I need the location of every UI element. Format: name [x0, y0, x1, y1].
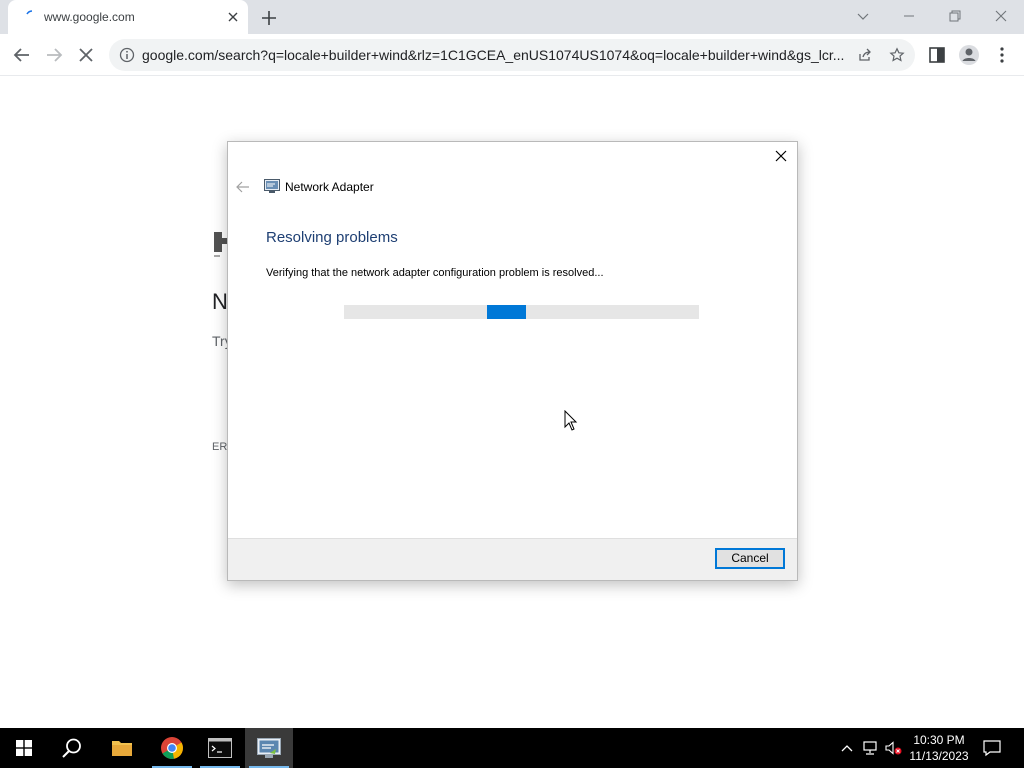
address-bar[interactable]: google.com/search?q=locale+builder+wind&… [109, 39, 915, 71]
chevron-down-icon [857, 13, 869, 20]
restore-button[interactable] [932, 0, 978, 32]
file-explorer-button[interactable] [98, 728, 146, 768]
close-window-button[interactable] [978, 0, 1024, 32]
chevron-up-icon[interactable] [838, 740, 856, 756]
clock-time: 10:30 PM [913, 733, 965, 747]
info-icon[interactable] [119, 47, 135, 63]
profile-icon[interactable] [956, 42, 982, 68]
terminal-icon [208, 738, 232, 758]
stop-loading-icon[interactable] [73, 42, 99, 68]
back-arrow-icon[interactable] [236, 181, 250, 193]
page-heading-fragment: N [212, 289, 228, 314]
browser-toolbar: google.com/search?q=locale+builder+wind&… [0, 34, 1024, 76]
dialog-footer: Cancel [228, 538, 797, 580]
notification-center-icon[interactable] [982, 738, 1002, 758]
back-arrow-icon[interactable] [9, 42, 35, 68]
restore-icon [949, 10, 961, 22]
taskbar: 10:30 PM 11/13/2023 [0, 728, 1024, 768]
search-icon [62, 738, 81, 758]
network-troubleshooter-dialog: Network Adapter Resolving problems Verif… [227, 141, 798, 581]
close-icon[interactable] [773, 148, 789, 164]
more-menu-icon[interactable] [989, 42, 1015, 68]
chrome-button[interactable] [148, 728, 196, 768]
search-button[interactable] [48, 728, 96, 768]
terminal-button[interactable] [196, 728, 244, 768]
network-adapter-icon [257, 738, 281, 758]
close-icon [995, 10, 1007, 22]
forward-arrow-icon[interactable] [41, 42, 67, 68]
side-panel-icon[interactable] [924, 42, 950, 68]
tab-search-button[interactable] [840, 0, 886, 32]
cancel-button[interactable]: Cancel [715, 548, 785, 569]
new-tab-icon[interactable] [258, 7, 280, 29]
loading-spinner-icon [26, 10, 33, 15]
dialog-app-title: Network Adapter [285, 180, 374, 194]
minimize-button[interactable] [886, 0, 932, 32]
star-icon[interactable] [889, 47, 905, 63]
browser-tab[interactable]: www.google.com [8, 0, 248, 34]
minimize-icon [904, 15, 914, 17]
windows-logo-icon [16, 740, 32, 756]
system-clock[interactable]: 10:30 PM 11/13/2023 [904, 732, 974, 764]
tab-title: www.google.com [44, 10, 135, 24]
chrome-icon [161, 737, 183, 759]
network-disconnected-icon[interactable] [861, 740, 879, 756]
dialog-heading: Resolving problems [266, 229, 398, 246]
network-adapter-icon [264, 179, 280, 193]
browser-tab-strip: www.google.com [0, 0, 1024, 34]
tab-close-icon[interactable] [225, 9, 241, 25]
progress-bar [344, 305, 699, 319]
mouse-cursor-icon [564, 410, 578, 431]
network-troubleshooter-button[interactable] [245, 728, 293, 768]
volume-muted-icon[interactable] [884, 740, 902, 756]
folder-icon [112, 741, 132, 756]
progress-marquee-chunk [487, 305, 526, 319]
clock-date: 11/13/2023 [909, 749, 969, 763]
address-text[interactable]: google.com/search?q=locale+builder+wind&… [142, 47, 854, 63]
dialog-description: Verifying that the network adapter confi… [266, 267, 604, 279]
start-button[interactable] [0, 728, 48, 768]
share-icon[interactable] [857, 47, 873, 63]
